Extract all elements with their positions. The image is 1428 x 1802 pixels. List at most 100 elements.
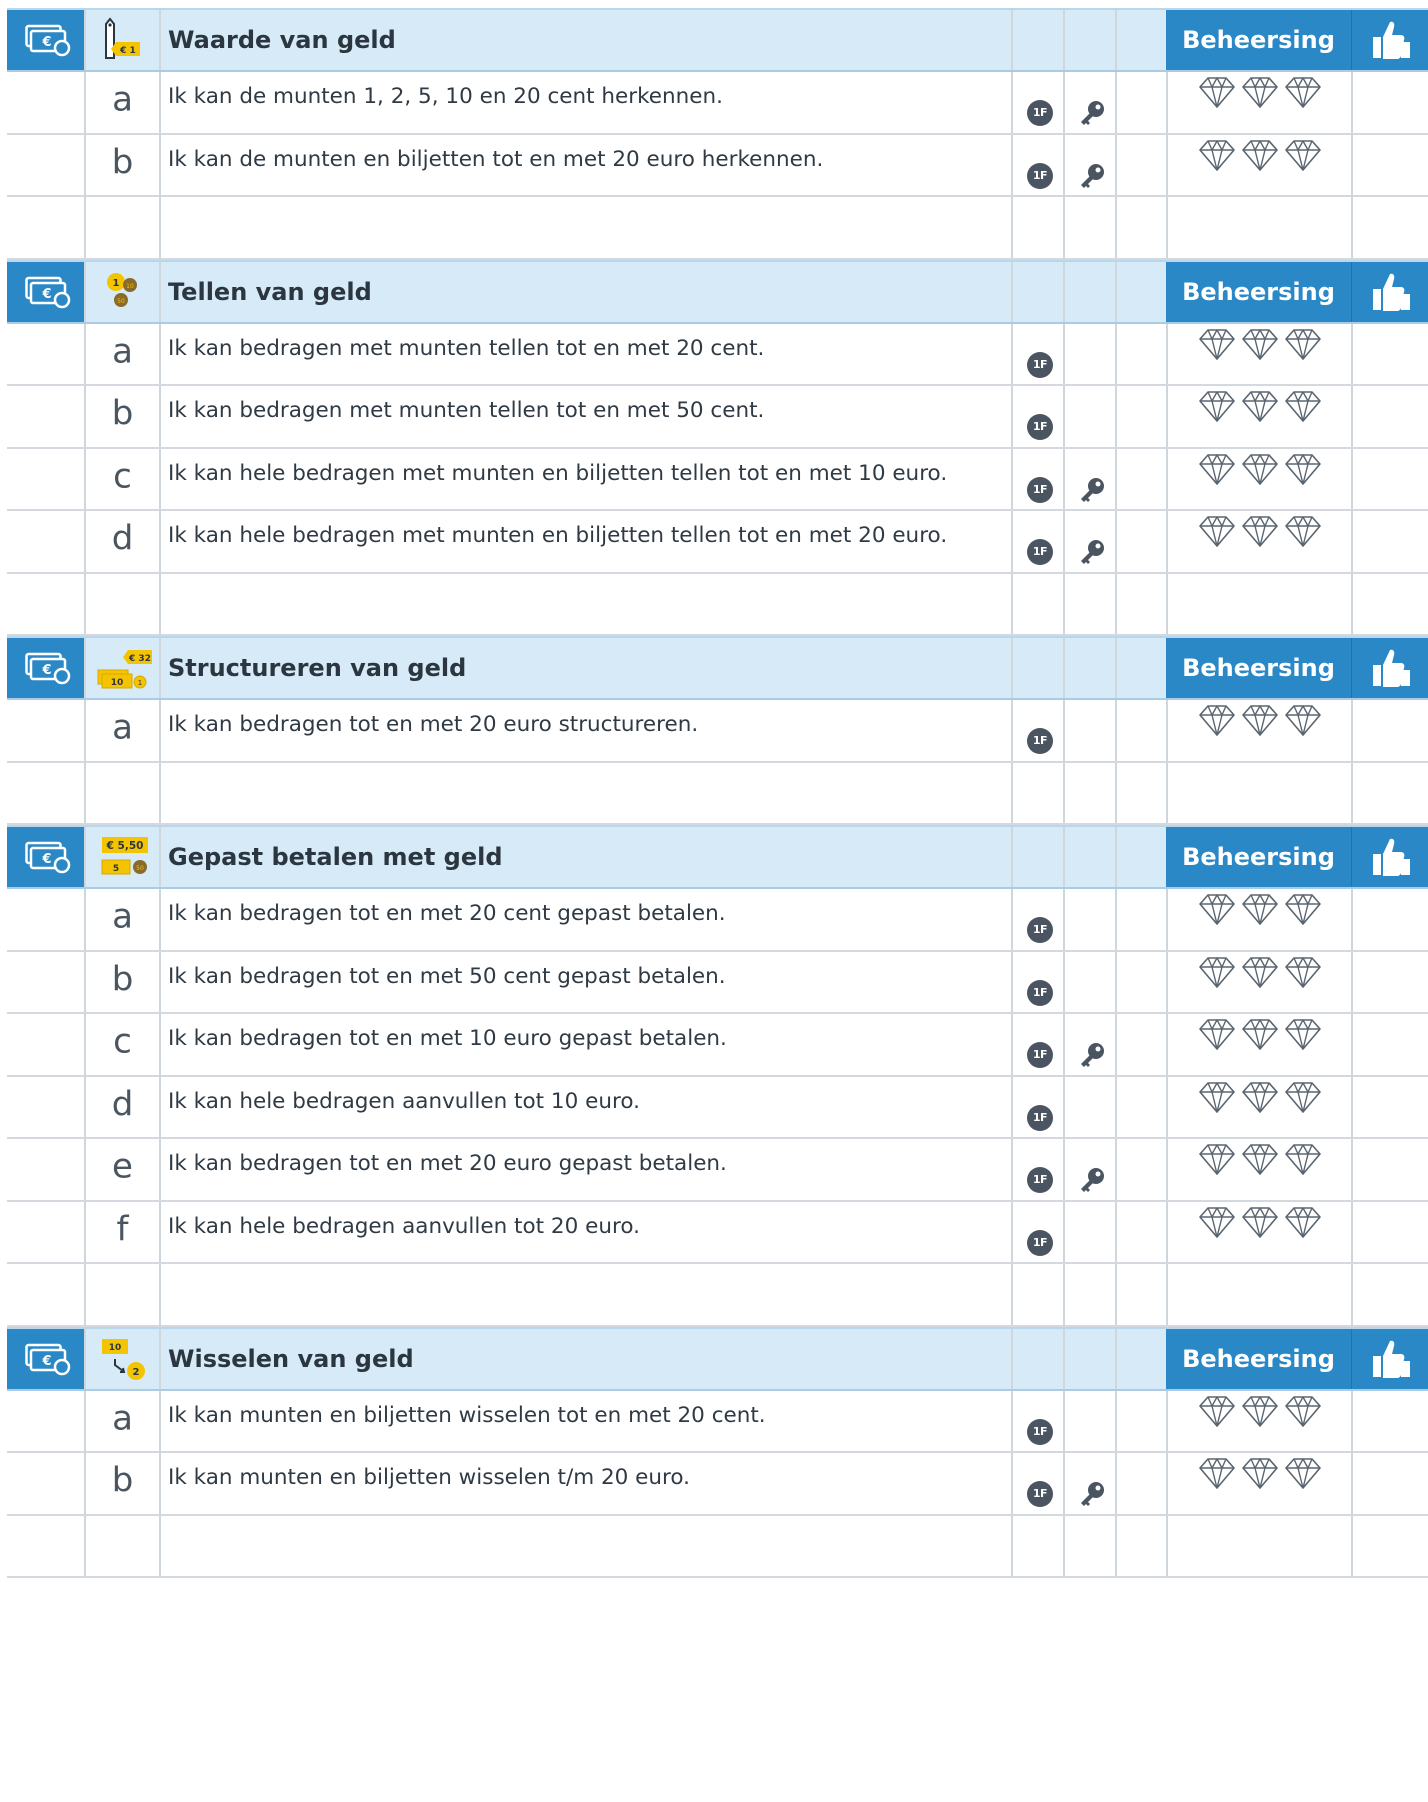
diamond-icon[interactable] — [1285, 391, 1321, 423]
header-cell-text: Structureren van geld — [159, 638, 1011, 698]
goal-cell-b — [1166, 889, 1351, 950]
diamond-icon[interactable] — [1199, 391, 1235, 423]
diamond-icon[interactable] — [1242, 1458, 1278, 1490]
goal-cell-k — [1063, 700, 1115, 761]
diamond-icon[interactable] — [1285, 1144, 1321, 1176]
diamond-icon[interactable] — [1285, 956, 1321, 988]
diamond-icon[interactable] — [1242, 1395, 1278, 1427]
diamond-icon[interactable] — [1285, 705, 1321, 737]
goal-letter: e — [112, 1146, 133, 1187]
diamond-icon[interactable] — [1285, 894, 1321, 926]
diamond-icon[interactable] — [1285, 1458, 1321, 1490]
header-cell-t[interactable] — [1351, 10, 1428, 70]
diamond-icon[interactable] — [1242, 391, 1278, 423]
goal-cell-money — [7, 449, 84, 510]
goal-row: a Ik kan de munten 1, 2, 5, 10 en 20 cent… — [7, 72, 1428, 135]
diamond-icon[interactable] — [1242, 1206, 1278, 1238]
diamond-icon[interactable] — [1285, 1206, 1321, 1238]
goal-row: a Ik kan bedragen met munten tellen tot e… — [7, 323, 1428, 386]
goal-cell-money — [7, 135, 84, 196]
diamond-icon[interactable] — [1199, 956, 1235, 988]
diamond-icon[interactable] — [1199, 77, 1235, 109]
spacer-cell-letter — [84, 762, 159, 823]
diamond-icon[interactable] — [1242, 705, 1278, 737]
goal-cell-e — [1115, 511, 1166, 572]
header-cell-b: Beheersing — [1166, 827, 1351, 887]
goal-row: a Ik kan bedragen tot en met 20 cent gepa… — [7, 889, 1428, 952]
coins-icon: 1 10 50 — [107, 272, 137, 307]
diamond-icon[interactable] — [1242, 139, 1278, 171]
level-1f-badge: 1F — [1027, 1418, 1053, 1445]
section-title: Waarde van geld — [168, 26, 396, 54]
diamond-icon[interactable] — [1285, 328, 1321, 360]
diamond-icon[interactable] — [1242, 956, 1278, 988]
goal-cell-k — [1063, 1076, 1115, 1137]
diamond-icon[interactable] — [1285, 516, 1321, 548]
diamond-icon[interactable] — [1242, 1081, 1278, 1113]
header-cell-e — [1115, 1328, 1166, 1389]
diamond-icon[interactable] — [1199, 328, 1235, 360]
goal-cell-t — [1351, 1076, 1428, 1137]
diamond-icon[interactable] — [1199, 516, 1235, 548]
goal-cell-f: 1F — [1011, 700, 1063, 761]
spacer-cell-money — [7, 1516, 84, 1577]
thumbs-up-icon — [1370, 1337, 1412, 1379]
thumbs-up-icon — [1370, 835, 1412, 877]
header-cell-t[interactable] — [1351, 1328, 1428, 1389]
money-euro-icon — [25, 275, 71, 309]
diamond-icon[interactable] — [1199, 894, 1235, 926]
mastery-diamonds — [1199, 705, 1321, 737]
diamond-icon[interactable] — [1199, 1458, 1235, 1490]
spacer-cell-t — [1351, 1515, 1428, 1576]
level-1f-badge: 1F — [1027, 476, 1053, 503]
header-cell-t[interactable] — [1351, 827, 1428, 887]
diamond-icon[interactable] — [1199, 453, 1235, 485]
header-cell-letter: 10 1 € 32 — [84, 638, 159, 698]
goal-letter: b — [111, 142, 134, 183]
diamond-icon[interactable] — [1242, 328, 1278, 360]
header-cell-t[interactable] — [1351, 638, 1428, 698]
diamond-icon[interactable] — [1242, 1019, 1278, 1051]
diamond-icon[interactable] — [1242, 1144, 1278, 1176]
goal-cell-letter: d — [84, 1076, 159, 1137]
goal-cell-k — [1063, 448, 1115, 509]
competency-sheet: € 1 Waarde van geld Beheersing a Ik kan de m… — [0, 0, 1428, 1802]
goal-cell-letter: a — [84, 1390, 159, 1451]
header-cell-t[interactable] — [1351, 261, 1428, 322]
diamond-icon[interactable] — [1242, 516, 1278, 548]
diamond-icon[interactable] — [1199, 1395, 1235, 1427]
goal-cell-t — [1351, 386, 1428, 447]
header-cell-k — [1063, 1328, 1115, 1389]
goal-cell-text: Ik kan hele bedragen aanvullen tot 20 eu… — [159, 1201, 1011, 1262]
diamond-icon[interactable] — [1199, 139, 1235, 171]
goal-statement: Ik kan bedragen tot en met 50 cent gepas… — [168, 963, 726, 989]
diamond-icon[interactable] — [1242, 894, 1278, 926]
goal-cell-k — [1063, 1014, 1115, 1075]
spacer-cell-letter — [84, 1515, 159, 1576]
goal-cell-f: 1F — [1011, 1453, 1063, 1514]
goal-cell-letter: e — [84, 1139, 159, 1200]
header-cell-text: Waarde van geld — [159, 10, 1011, 70]
diamond-icon[interactable] — [1242, 453, 1278, 485]
goal-cell-t — [1351, 134, 1428, 195]
diamond-icon[interactable] — [1285, 453, 1321, 485]
diamond-icon[interactable] — [1285, 77, 1321, 109]
diamond-icon[interactable] — [1199, 1081, 1235, 1113]
goal-cell-e — [1115, 72, 1166, 133]
diamond-icon[interactable] — [1199, 1144, 1235, 1176]
mastery-diamonds — [1199, 391, 1321, 423]
diamond-icon[interactable] — [1285, 1395, 1321, 1427]
section-header: € 5,50 5 50 Gepast betalen met geld Beheersi… — [7, 825, 1428, 889]
spacer-cell-money — [7, 1264, 84, 1325]
diamond-icon[interactable] — [1199, 1206, 1235, 1238]
diamond-icon[interactable] — [1285, 1081, 1321, 1113]
svg-text:5: 5 — [113, 864, 119, 874]
goal-cell-b — [1166, 1390, 1351, 1451]
goal-cell-text: Ik kan bedragen tot en met 20 euro gepas… — [159, 1139, 1011, 1200]
diamond-icon[interactable] — [1285, 1019, 1321, 1051]
diamond-icon[interactable] — [1199, 1019, 1235, 1051]
diamond-icon[interactable] — [1285, 139, 1321, 171]
diamond-icon[interactable] — [1199, 705, 1235, 737]
goal-cell-text: Ik kan hele bedragen aanvullen tot 10 eu… — [159, 1076, 1011, 1137]
diamond-icon[interactable] — [1242, 77, 1278, 109]
